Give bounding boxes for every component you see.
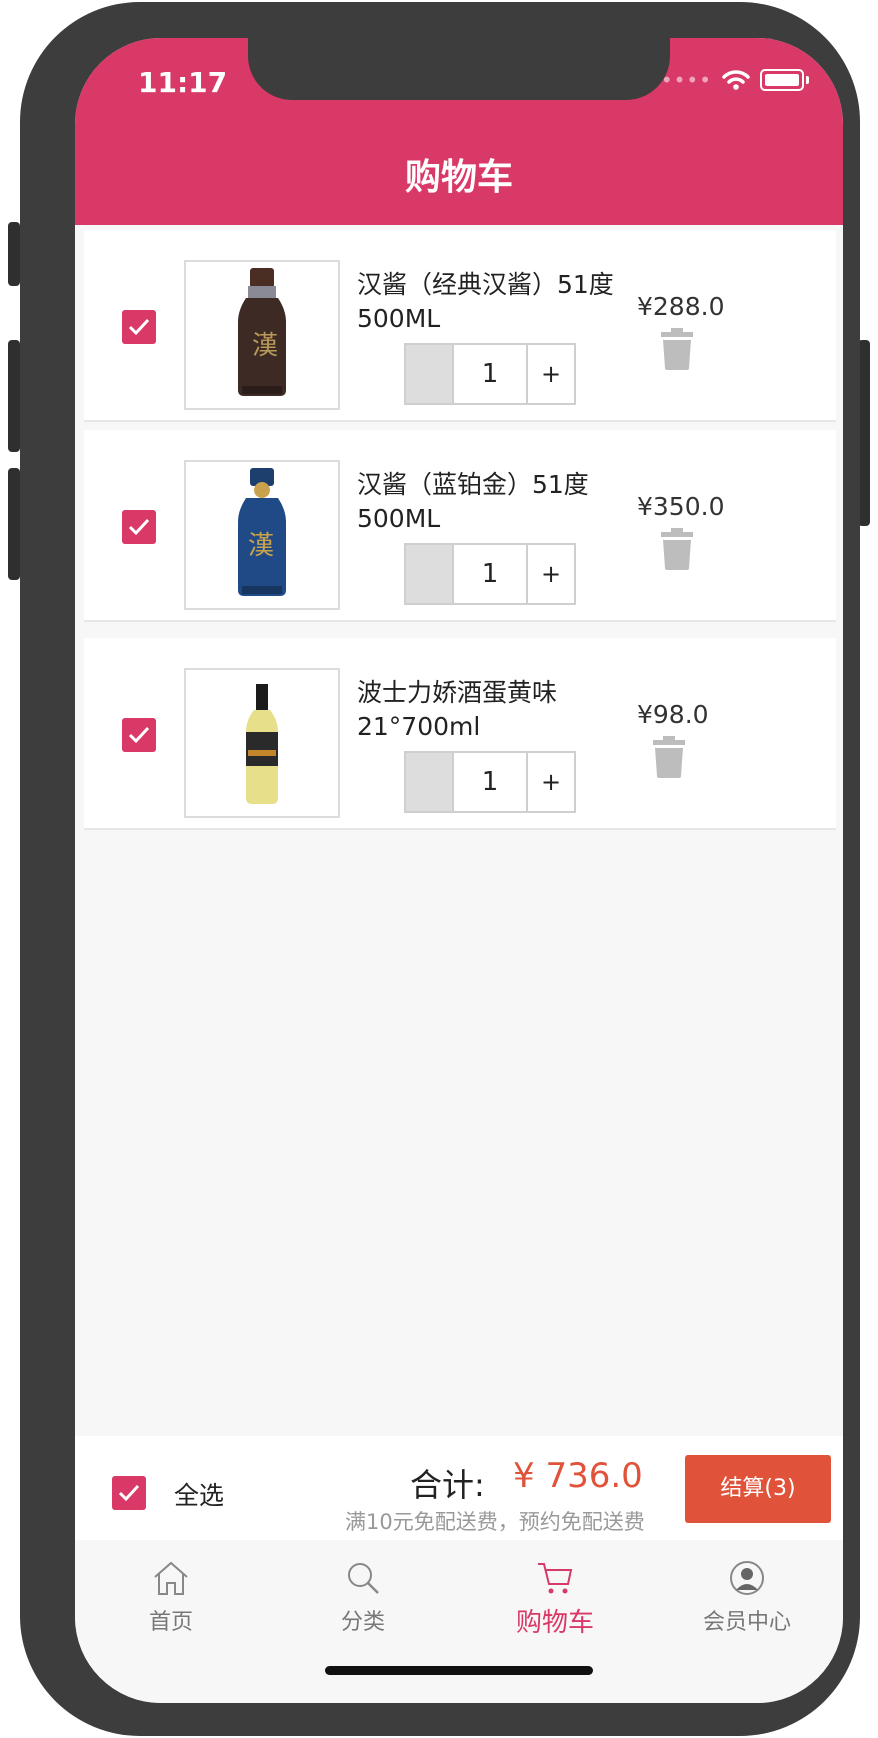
item-checkbox[interactable] <box>122 510 156 544</box>
select-all-checkbox[interactable] <box>112 1476 146 1510</box>
quantity-stepper: 1 + <box>404 751 576 813</box>
trash-icon[interactable] <box>661 328 693 370</box>
increase-button[interactable]: + <box>528 345 574 403</box>
check-icon <box>118 1484 140 1502</box>
home-indicator <box>325 1666 593 1675</box>
quantity-stepper: 1 + <box>404 543 576 605</box>
tab-label: 首页 <box>148 1610 193 1635</box>
quantity-value[interactable]: 1 <box>454 753 528 811</box>
volume-up-button <box>8 340 20 452</box>
decrease-button[interactable] <box>406 545 454 603</box>
item-checkbox[interactable] <box>122 310 156 344</box>
battery-tip <box>806 76 809 84</box>
increase-button[interactable]: + <box>528 753 574 811</box>
bottle-image <box>246 684 278 804</box>
check-icon <box>128 726 150 744</box>
user-icon <box>730 1561 764 1595</box>
tab-label: 会员中心 <box>702 1610 791 1635</box>
item-price: ¥98.0 <box>637 700 709 729</box>
tab-label: 购物车 <box>515 1608 594 1638</box>
silent-switch <box>8 222 20 286</box>
wifi-icon <box>722 70 750 90</box>
tab-cart[interactable]: 购物车 <box>459 1560 651 1639</box>
cart-item: 漢 汉酱（蓝铂金）51度500ML 1 + ¥350.0 <box>84 430 836 622</box>
status-icons: •••• <box>661 68 809 92</box>
item-checkbox[interactable] <box>122 718 156 752</box>
volume-down-button <box>8 468 20 580</box>
tab-home[interactable]: 首页 <box>75 1560 267 1636</box>
product-name[interactable]: 波士力娇酒蛋黄味21°700ml <box>357 676 647 744</box>
svg-text:漢: 漢 <box>248 531 274 561</box>
total-label: 合计: <box>410 1466 485 1504</box>
checkout-button[interactable]: 结算(3) <box>685 1455 831 1523</box>
product-image[interactable]: 漢 <box>184 460 340 610</box>
battery-icon <box>760 69 804 91</box>
decrease-button[interactable] <box>406 753 454 811</box>
cart-item: 波士力娇酒蛋黄味21°700ml 1 + ¥98.0 <box>84 638 836 830</box>
product-image[interactable]: 漢 <box>184 260 340 410</box>
search-icon <box>348 1563 379 1594</box>
notch <box>248 38 670 100</box>
cart-icon <box>538 1563 573 1594</box>
bottle-image: 漢 <box>238 468 286 596</box>
product-name[interactable]: 汉酱（蓝铂金）51度500ML <box>357 468 647 536</box>
product-image[interactable] <box>184 668 340 818</box>
trash-icon[interactable] <box>653 736 685 778</box>
cart-item: 漢 汉酱（经典汉酱）51度500ML 1 + ¥288.0 <box>84 230 836 422</box>
cart-footer: 全选 合计: ¥ 736.0 满10元免配送费，预约免配送费 结算(3) <box>75 1436 843 1540</box>
product-name[interactable]: 汉酱（经典汉酱）51度500ML <box>357 268 647 336</box>
tab-bar: 首页 分类 购物车 会员中心 <box>75 1540 843 1703</box>
quantity-value[interactable]: 1 <box>454 345 528 403</box>
quantity-value[interactable]: 1 <box>454 545 528 603</box>
phone-frame: 11:17 •••• 购物车 漢 汉酱（经典汉酱）51度500ML 1 + ¥2… <box>20 2 860 1736</box>
status-time: 11:17 <box>138 66 228 99</box>
total-value: ¥ 736.0 <box>513 1456 643 1496</box>
tab-category[interactable]: 分类 <box>267 1560 459 1636</box>
item-price: ¥350.0 <box>637 492 725 521</box>
increase-button[interactable]: + <box>528 545 574 603</box>
app-header: 11:17 •••• 购物车 <box>75 38 843 225</box>
item-price: ¥288.0 <box>637 292 725 321</box>
tab-member-center[interactable]: 会员中心 <box>651 1560 843 1636</box>
check-icon <box>128 318 150 336</box>
page-title: 购物车 <box>404 157 513 198</box>
home-icon <box>154 1561 188 1595</box>
bottle-image: 漢 <box>238 268 286 396</box>
shipping-note: 满10元免配送费，预约免配送费 <box>345 1510 645 1534</box>
screen: 11:17 •••• 购物车 漢 汉酱（经典汉酱）51度500ML 1 + ¥2… <box>75 38 843 1703</box>
svg-text:漢: 漢 <box>252 331 278 361</box>
check-icon <box>128 518 150 536</box>
select-all-label[interactable]: 全选 <box>174 1476 224 1512</box>
signal-icon: •••• <box>660 68 712 92</box>
tab-label: 分类 <box>340 1610 385 1635</box>
trash-icon[interactable] <box>661 528 693 570</box>
quantity-stepper: 1 + <box>404 343 576 405</box>
decrease-button[interactable] <box>406 345 454 403</box>
